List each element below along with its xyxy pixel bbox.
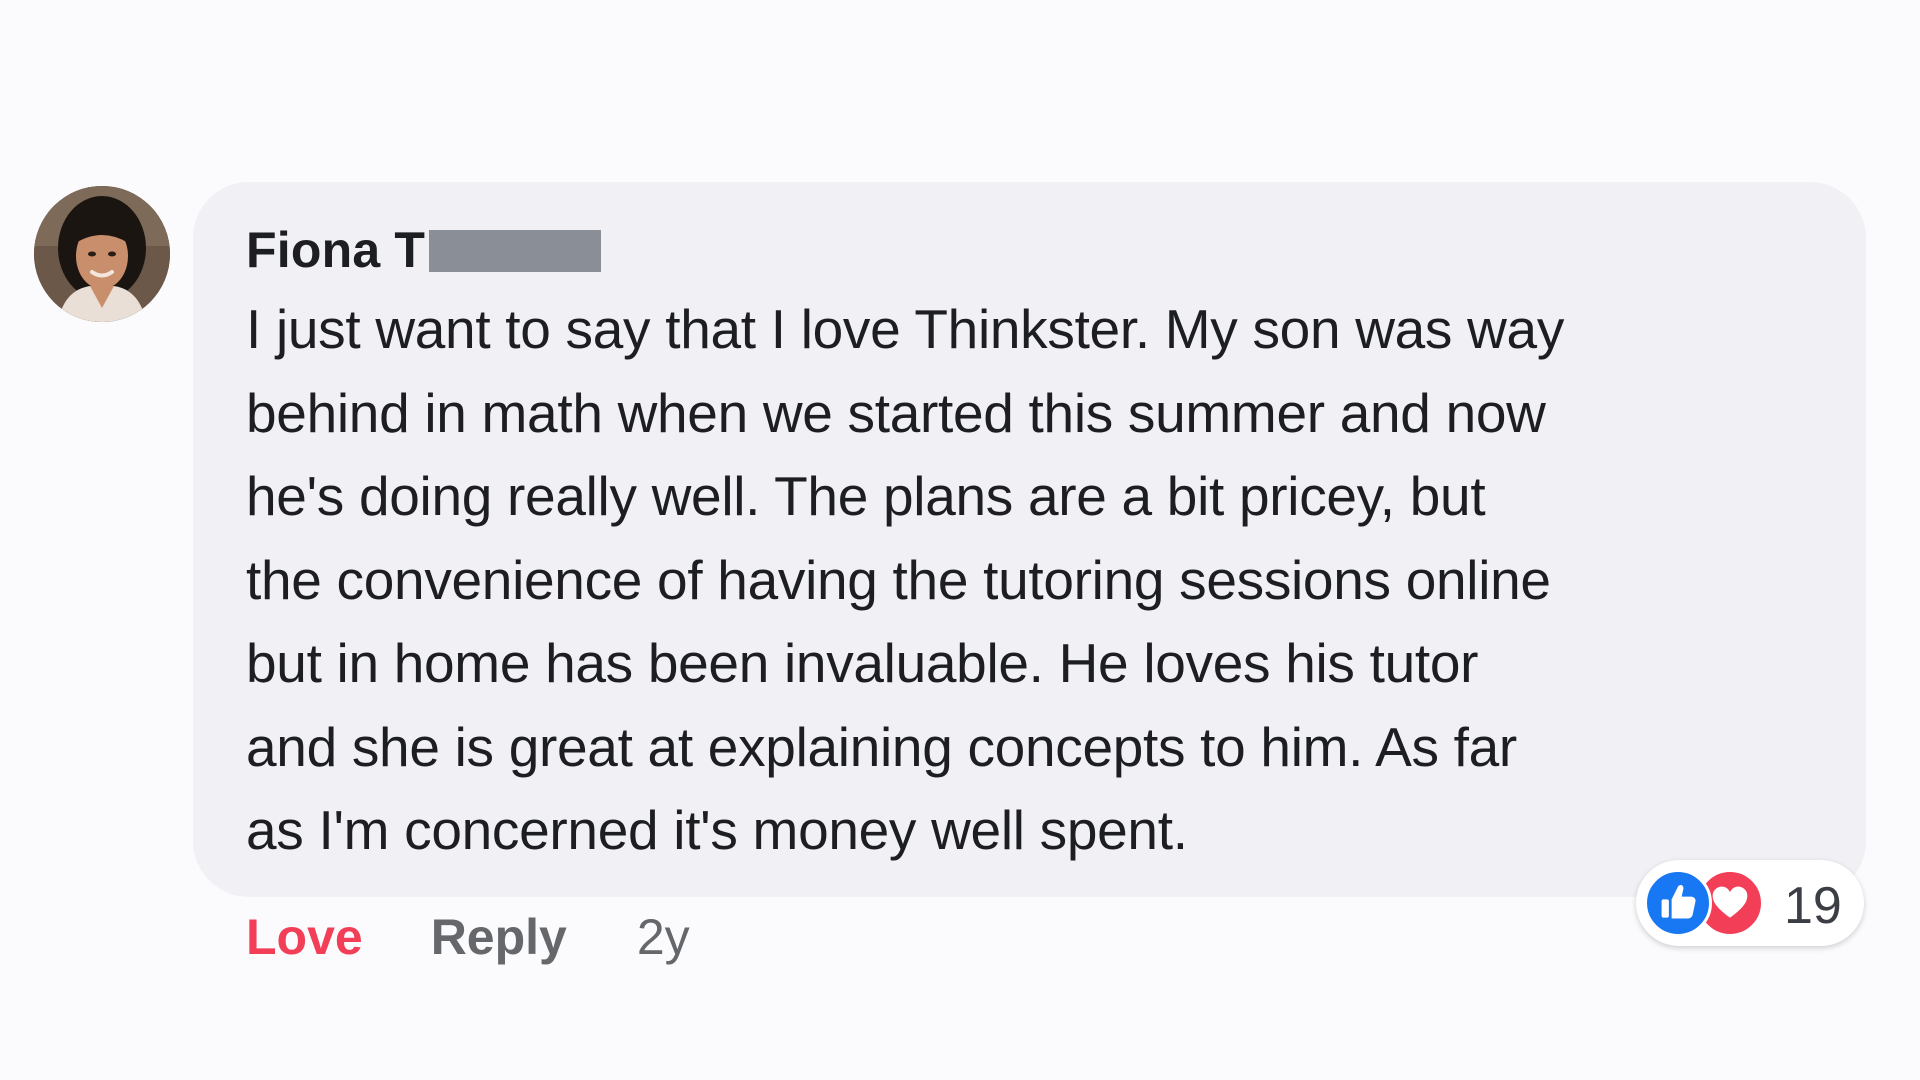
like-icon [1644,869,1712,937]
reactions-summary[interactable]: 19 [1636,860,1864,946]
comment-text-line: but in home has been invaluable. He love… [246,632,1479,694]
comment-text-line: he's doing really well. The plans are a … [246,465,1486,527]
author-name[interactable]: Fiona T [246,221,425,279]
comment-text-line: the convenience of having the tutoring s… [246,548,1551,611]
reaction-count: 19 [1784,877,1842,935]
comment-text-line: and she is great at explaining concepts … [246,715,1517,778]
comment-thread: Fiona T I just want to say that I love T… [0,0,1920,1080]
author-row: Fiona T [246,218,1818,282]
comment-text-line: I just want to say that I love Thinkster… [246,298,1565,360]
comment-bubble: Fiona T I just want to say that I love T… [193,182,1866,897]
love-button[interactable]: Love [246,908,363,966]
timestamp[interactable]: 2y [637,908,690,966]
comment-text: I just want to say that I love Thinkster… [246,288,1818,873]
avatar[interactable] [34,186,170,322]
redaction-block [429,230,602,272]
avatar-photo [34,186,170,322]
comment-text-line: behind in math when we started this summ… [246,381,1546,444]
comment-text-line: as I'm concerned it's money well spent. [246,799,1188,861]
comment-actions: Love Reply 2y [246,908,690,966]
reply-button[interactable]: Reply [431,908,567,966]
